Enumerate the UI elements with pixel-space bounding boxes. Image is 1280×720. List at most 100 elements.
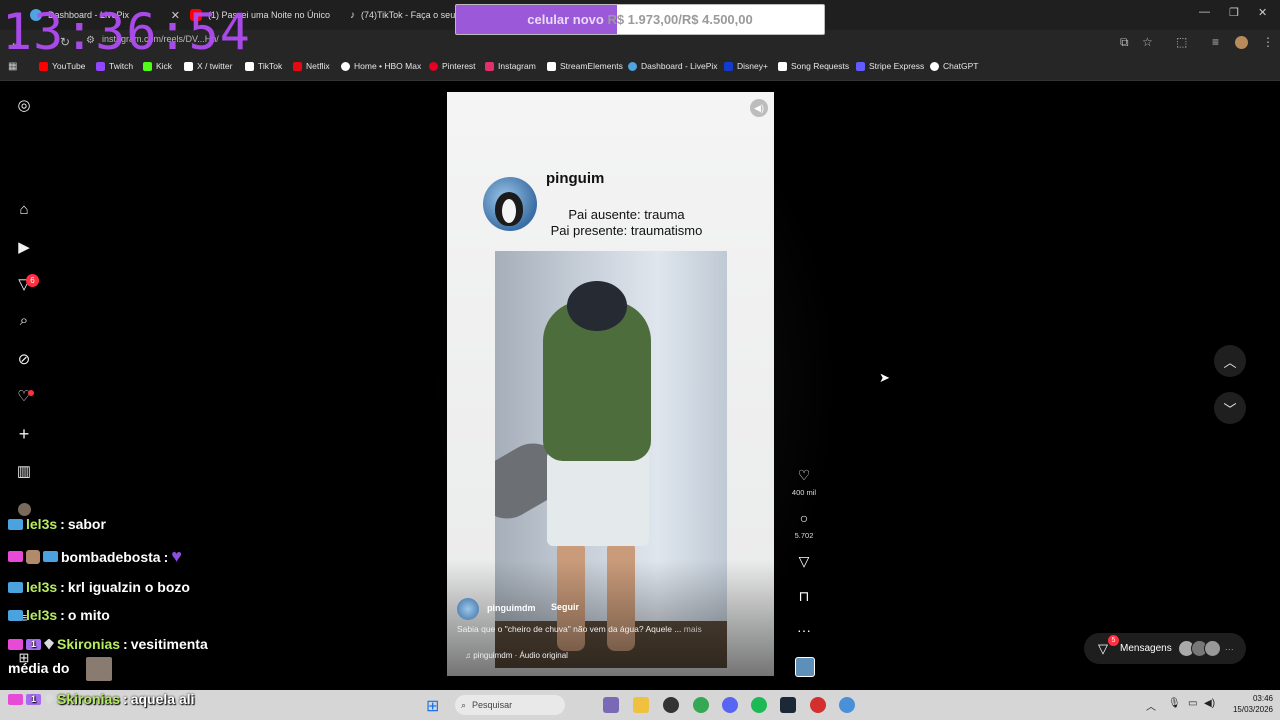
media-control-icon[interactable]: ≡ (1212, 35, 1219, 49)
messages-label: Mensagens (1120, 643, 1172, 654)
profile-avatar[interactable] (1235, 36, 1248, 49)
extensions-icon[interactable]: ⬚ (1176, 35, 1187, 49)
bookmark-tiktok[interactable]: TikTok (245, 61, 282, 71)
gem-badge-icon (44, 693, 54, 705)
chat-message: 1 Skironias: aquela ali (8, 691, 195, 707)
tab-tiktok[interactable]: ♪ (74)TikTok - Faça o seu di (350, 4, 460, 26)
kid-shorts (547, 451, 649, 546)
more-options-icon[interactable]: ··· (791, 622, 817, 638)
chatgpt-icon (930, 61, 939, 71)
minimize-icon[interactable]: — (1199, 6, 1210, 18)
bookmark-instagram[interactable]: Instagram (485, 61, 536, 71)
network-icon[interactable]: ▭ (1188, 698, 1197, 709)
pinterest-icon (429, 61, 438, 71)
obs-icon[interactable] (663, 697, 679, 713)
bookmark-chatgpt[interactable]: ChatGPT (930, 61, 978, 71)
messages-badge: 5 (1108, 634, 1119, 646)
maximize-icon[interactable]: ❐ (1229, 6, 1239, 19)
meme-text-line1: Pai ausente: trauma (568, 207, 685, 222)
instagram-logo-icon[interactable]: ◎ (12, 96, 36, 114)
previous-reel-button[interactable]: ︿ (1214, 345, 1246, 377)
bookmark-hbomax[interactable]: Home • HBO Max (341, 61, 421, 71)
reel-audio[interactable]: ♫ pinguimdm · Áudio original (465, 651, 568, 660)
explore-icon[interactable]: ⊘ (12, 350, 36, 368)
caption-more-link[interactable]: mais (684, 624, 702, 634)
save-icon[interactable]: ⊓ (791, 588, 817, 605)
subscriber-badge-icon (8, 581, 23, 593)
chat-message: lel3s: o mito (8, 607, 110, 623)
follow-button[interactable]: Seguir (551, 602, 579, 612)
windows-start-icon[interactable]: ⊞ (426, 696, 439, 716)
disney-icon (724, 61, 733, 71)
stream-clock: 13:36:54 (2, 3, 251, 61)
heart-badge-icon (8, 693, 23, 705)
menu-icon[interactable]: ⋮ (1262, 35, 1274, 49)
apps-grid-icon[interactable]: ▦ (8, 61, 17, 72)
emote-image (86, 657, 112, 681)
install-icon[interactable]: ⧉ (1120, 35, 1129, 50)
song-requests-icon (778, 61, 787, 71)
bookmark-song-requests[interactable]: Song Requests (778, 61, 849, 71)
taskbar-search[interactable]: ⌕ Pesquisar (455, 695, 565, 715)
purple-heart-emote-icon: ♥ (171, 546, 182, 566)
reel-caption: Sabia que o "cheiro de chuva" não vem da… (457, 624, 702, 634)
author-username[interactable]: pinguimdm (487, 603, 536, 613)
next-reel-button[interactable]: ﹀ (1214, 392, 1246, 424)
instagram-icon (485, 61, 494, 71)
chrome-icon[interactable] (693, 697, 709, 713)
audio-thumbnail[interactable] (795, 657, 815, 677)
search-icon[interactable]: ⌕ (12, 312, 36, 329)
notification-badge: 6 (26, 274, 39, 287)
subscriber-badge-icon (8, 609, 23, 621)
bookmark-netflix[interactable]: Netflix (293, 61, 330, 71)
chat-avatar (18, 503, 31, 516)
bookmark-youtube[interactable]: YouTube (39, 61, 85, 71)
messages-button[interactable]: ▽ 5 Mensagens ··· (1084, 633, 1246, 664)
more-icon: ··· (1224, 643, 1234, 654)
send-icon: ▽ 5 (1098, 634, 1119, 657)
spotify-icon[interactable] (751, 697, 767, 713)
create-icon[interactable]: + (12, 424, 36, 445)
x-icon (184, 61, 193, 71)
gem-badge-icon (44, 638, 54, 650)
microphone-icon[interactable]: 🎙 (1168, 698, 1181, 709)
bookmark-stripe[interactable]: Stripe Express (856, 61, 924, 71)
bookmark-twitch[interactable]: Twitch (96, 61, 133, 71)
tray-chevron-icon[interactable]: ︿ (1146, 698, 1156, 713)
comment-icon[interactable]: ○ (791, 510, 817, 526)
share-icon[interactable]: ▽ (791, 553, 817, 570)
hbo-icon (341, 61, 350, 71)
file-explorer-icon[interactable] (633, 697, 649, 713)
like-heart-icon[interactable]: ♡ (791, 467, 817, 484)
close-window-icon[interactable]: ✕ (1258, 6, 1267, 19)
one-month-badge-icon: 1 (26, 693, 41, 705)
media-player-icon[interactable] (810, 697, 826, 713)
bookmark-livepix[interactable]: Dashboard - LivePix (628, 61, 718, 71)
mute-icon[interactable]: ◀) (750, 99, 768, 117)
app-icon[interactable] (839, 697, 855, 713)
discord-icon[interactable] (722, 697, 738, 713)
author-avatar[interactable] (457, 598, 479, 620)
bookmark-streamelements[interactable]: StreamElements (547, 61, 623, 71)
taskview-app-icon[interactable] (603, 697, 619, 713)
chat-message: lel3s: sabor (8, 516, 106, 532)
reels-icon[interactable]: ▶ (12, 238, 36, 256)
bookmark-kick[interactable]: Kick (143, 61, 172, 71)
search-icon: ⌕ (461, 699, 467, 710)
bookmark-star-icon[interactable]: ☆ (1142, 35, 1153, 49)
mouse-cursor-icon: ➤ (879, 370, 890, 385)
steam-icon[interactable] (780, 697, 796, 713)
dashboard-icon[interactable]: ▥ (12, 462, 36, 480)
donation-goal-bar: celular novo R$ 1.973,00/R$ 4.500,00 (455, 4, 825, 35)
bookmark-twitter[interactable]: X / twitter (184, 61, 232, 71)
heart-badge-icon (8, 638, 23, 650)
bookmark-disney[interactable]: Disney+ (724, 61, 768, 71)
home-icon[interactable]: ⌂ (12, 201, 36, 218)
comment-count: 5.702 (794, 531, 814, 540)
taskbar-clock[interactable]: 03:46 15/03/2026 (1219, 693, 1273, 715)
netflix-icon (293, 61, 302, 71)
bookmark-pinterest[interactable]: Pinterest (429, 61, 476, 71)
meme-username: pinguim (546, 170, 605, 187)
volume-icon[interactable]: ◀) (1204, 698, 1215, 709)
tiktok-icon: ♪ (350, 9, 355, 21)
